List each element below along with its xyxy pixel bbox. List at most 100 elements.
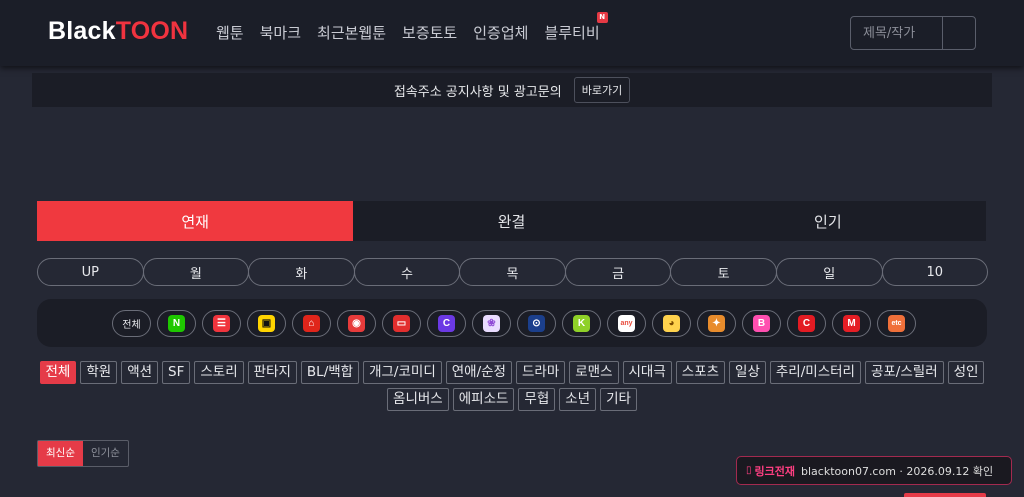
- genre-chip[interactable]: 에피소드: [452, 388, 515, 411]
- platform-kakao-button[interactable]: ▣: [247, 309, 286, 337]
- nav-bookmark[interactable]: 북마크: [260, 22, 301, 43]
- anytoon-logo-icon: any: [618, 314, 635, 332]
- logo-text-black: Black: [48, 17, 116, 45]
- genre-chip[interactable]: 액션: [121, 361, 159, 384]
- genre-chip[interactable]: 스포츠: [675, 361, 726, 384]
- day-tab[interactable]: 금: [564, 258, 672, 286]
- platform-toomics-button[interactable]: ▭: [382, 309, 421, 337]
- platform-duck-button[interactable]: ◕: [652, 309, 691, 337]
- kbook-logo-icon: K: [573, 314, 590, 332]
- new-badge: N: [596, 12, 608, 23]
- kakao-logo-icon: ▣: [258, 314, 275, 332]
- platform-bomtoon-button[interactable]: ❀: [472, 309, 511, 337]
- nav-verified[interactable]: 인증업체: [473, 22, 528, 43]
- platform-all-button[interactable]: 전체: [112, 309, 151, 337]
- tab-serial[interactable]: 연재: [37, 201, 354, 241]
- main-tabs: 연재 완결 인기: [37, 201, 986, 241]
- genre-chip[interactable]: 무협: [518, 388, 556, 411]
- platform-comico-button[interactable]: C: [427, 309, 466, 337]
- search-button[interactable]: [943, 17, 975, 49]
- platform-mrblue-button[interactable]: ⊙: [517, 309, 556, 337]
- naver-logo-icon: N: [168, 314, 185, 332]
- genre-chip[interactable]: 로맨스: [569, 361, 619, 384]
- list-header-button[interactable]: [904, 493, 986, 497]
- platform-lezhin-button[interactable]: ◉: [337, 309, 376, 337]
- notice-bar: 접속주소 공지사항 및 광고문의 바로가기: [32, 73, 992, 107]
- platform-naver-button[interactable]: N: [157, 309, 196, 337]
- bomtoon-logo-icon: ❀: [483, 314, 500, 332]
- platform-etc-button[interactable]: etc: [877, 309, 916, 337]
- day-tab[interactable]: 일: [775, 258, 883, 286]
- link-notice-toast[interactable]: ▯ 링크전재 blacktoon07.com · 2026.09.12 확인: [736, 456, 1012, 485]
- platform-filter: 전체 N ☰ ▣ ⌂ ◉ ▭ C ❀ ⊙ Kany ◕ ✦ B C Metc: [37, 299, 987, 347]
- ctoon-logo-icon: C: [798, 314, 815, 332]
- link-notice-text: blacktoon07.com · 2026.09.12 확인: [801, 464, 994, 478]
- genre-chip[interactable]: 판타지: [247, 361, 297, 384]
- toptoon-logo-icon: ⌂: [303, 314, 320, 332]
- genre-chip[interactable]: 옴니버스: [387, 388, 449, 411]
- link-notice-label: 링크전재: [754, 464, 795, 478]
- kakaopage-logo-icon: ☰: [213, 314, 230, 332]
- fox-logo-icon: ✦: [708, 314, 725, 332]
- site-logo[interactable]: BlackTOON: [48, 17, 188, 46]
- day-tab[interactable]: 토: [670, 258, 777, 286]
- platform-anytoon-button[interactable]: any: [607, 309, 646, 337]
- nav-recent[interactable]: 최근본웹툰: [317, 22, 386, 43]
- platform-bookcube-button[interactable]: B: [742, 309, 781, 337]
- search-box: [850, 16, 976, 50]
- search-input[interactable]: [851, 17, 943, 49]
- day-tab[interactable]: 목: [459, 258, 566, 286]
- genre-chip[interactable]: 시대극: [622, 361, 672, 384]
- nav-guaranteed-toto[interactable]: 보증토토: [402, 22, 457, 43]
- day-tab[interactable]: 수: [353, 258, 461, 286]
- lezhin-logo-icon: ◉: [348, 314, 365, 332]
- genre-chip[interactable]: 스토리: [194, 361, 244, 384]
- toomics-logo-icon: ▭: [393, 314, 410, 332]
- genre-filter: 전체 학원 액션 SF 스토리 판타지 BL/백합 개그/코미디 연애/순정 드라마 로맨스 시대극 스…: [37, 361, 987, 411]
- platform-kakaopage-button[interactable]: ☰: [202, 309, 241, 337]
- genre-chip[interactable]: 소년: [559, 388, 597, 411]
- genre-chip[interactable]: 드라마: [515, 361, 566, 384]
- day-tab[interactable]: 10: [881, 258, 989, 286]
- platform-fox-button[interactable]: ✦: [697, 309, 736, 337]
- genre-chip[interactable]: 성인: [947, 361, 985, 384]
- lock-icon: ▯: [746, 465, 752, 476]
- genre-chip[interactable]: 학원: [80, 361, 118, 384]
- notice-text: 접속주소 공지사항 및 광고문의: [393, 84, 562, 100]
- platform-kbook-button[interactable]: K: [562, 309, 601, 337]
- genre-chip[interactable]: 공포/스릴러: [864, 361, 944, 384]
- platform-toptoon-button[interactable]: ⌂: [292, 309, 331, 337]
- genre-chip[interactable]: SF: [162, 361, 191, 384]
- day-tab[interactable]: 월: [142, 258, 250, 286]
- sort-toggle: 최신순 인기순: [37, 440, 129, 467]
- sort-popular-button[interactable]: 인기순: [83, 441, 128, 466]
- main-nav: 웹툰 북마크 최근본웹툰 보증토토 인증업체 블루티비 N: [216, 12, 608, 43]
- genre-chip[interactable]: 연애/순정: [445, 361, 512, 384]
- day-tabs: UP 월 화 수 목 금 토 일 10: [37, 258, 989, 286]
- comico-logo-icon: C: [438, 314, 455, 332]
- mtoon-logo-icon: M: [843, 314, 860, 332]
- sort-latest-button[interactable]: 최신순: [38, 441, 83, 466]
- genre-chip[interactable]: 일상: [729, 361, 766, 384]
- day-tab[interactable]: 화: [248, 258, 355, 286]
- tab-popular[interactable]: 인기: [670, 201, 986, 241]
- etc-logo-icon: etc: [888, 314, 905, 332]
- genre-chip[interactable]: BL/백합: [300, 361, 360, 384]
- notice-go-button[interactable]: 바로가기: [573, 77, 631, 103]
- platform-ctoon-button[interactable]: C: [787, 309, 826, 337]
- genre-chip[interactable]: 추리/미스터리: [769, 361, 861, 384]
- nav-bluetv-label: 블루티비: [544, 24, 600, 42]
- top-navbar: BlackTOON 웹툰 북마크 최근본웹툰 보증토토 인증업체 블루티비 N: [0, 0, 1024, 66]
- platform-mtoon-button[interactable]: M: [832, 309, 871, 337]
- genre-chip[interactable]: 전체: [39, 361, 77, 384]
- tab-completed[interactable]: 완결: [353, 201, 669, 241]
- nav-bluetv[interactable]: 블루티비 N: [544, 12, 608, 43]
- logo-text-toon: TOON: [115, 17, 189, 45]
- genre-chip[interactable]: 개그/코미디: [363, 361, 442, 384]
- mrblue-logo-icon: ⊙: [528, 314, 545, 332]
- bookcube-logo-icon: B: [753, 314, 770, 332]
- nav-webtoon[interactable]: 웹툰: [216, 22, 244, 43]
- duck-logo-icon: ◕: [663, 314, 680, 332]
- genre-chip[interactable]: 기타: [600, 388, 637, 411]
- day-tab[interactable]: UP: [37, 258, 144, 286]
